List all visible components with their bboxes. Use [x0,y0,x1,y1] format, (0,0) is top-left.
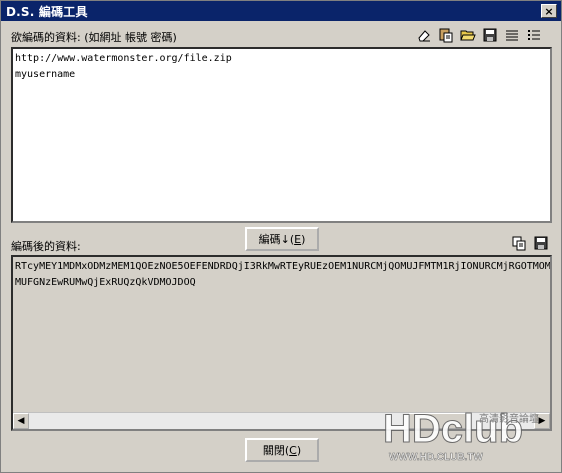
output-text: RTcyMEY1MDMxODMzMEM1QOEzNOE5OEFENDRDQjI3… [13,257,550,293]
logo-url: WWW.HD.CLUB.TW [389,452,483,463]
output-toolbar [510,234,550,252]
scroll-left-button[interactable]: ◀ [13,413,29,429]
encoder-window: D.S. 編碼工具 × 欲編碼的資料: (如網址 帳號 密碼) http://w… [0,0,562,473]
close-icon: × [544,4,554,18]
close-button-suffix: ) [296,443,302,457]
save-output-icon[interactable] [532,234,550,252]
encode-button-mnemonic: E [294,232,302,246]
close-button[interactable]: 關閉(C) [245,438,319,462]
logo-cn-text: 高清影音論壇 [479,412,539,425]
eraser-icon[interactable] [415,26,433,44]
input-label: 欲編碼的資料: (如網址 帳號 密碼) [11,31,177,44]
input-text: http://www.watermonster.org/file.zip myus… [13,49,550,85]
output-label: 編碼後的資料: [11,240,81,253]
output-line: MUFGNzEwRUMwQjExRUQzQkVDMOJDOQ [15,277,196,288]
output-line: RTcyMEY1MDMxODMzMEM1QOEzNOE5OEFENDRDQjI3… [15,261,551,272]
close-button-text: 關閉( [262,444,290,457]
window-title: D.S. 編碼工具 [6,4,88,19]
arrow-left-icon: ◀ [17,416,25,426]
close-button-mnemonic: C [289,443,297,457]
input-toolbar [415,26,543,44]
input-line: http://www.watermonster.org/file.zip [15,53,232,64]
input-line: myusername [15,69,76,80]
open-folder-icon[interactable] [459,26,477,44]
encode-button-suffix: ) [301,232,306,246]
close-window-button[interactable]: × [541,4,557,18]
paste-icon[interactable] [437,26,455,44]
encode-button-text: 編碼↓( [258,233,295,246]
encode-button[interactable]: 編碼↓(E) [245,227,319,251]
hdclub-logo: HDclub 高清影音論壇 WWW.HD.CLUB.TW [383,407,539,464]
list-icon[interactable] [525,26,543,44]
save-icon[interactable] [481,26,499,44]
title-bar[interactable]: D.S. 編碼工具 × [1,1,561,21]
align-lines-icon[interactable] [503,26,521,44]
copy-icon[interactable] [510,234,528,252]
input-textarea[interactable]: http://www.watermonster.org/file.zip myus… [11,47,552,223]
